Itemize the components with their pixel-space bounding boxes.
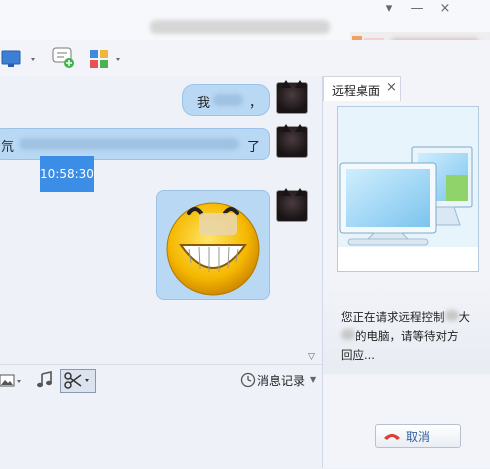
status-line-3: 回应...: [341, 348, 375, 362]
input-toolbar: 消息记录 ▼: [0, 364, 322, 469]
message-history-button[interactable]: 消息记录 ▼: [240, 371, 320, 389]
clock-icon: [240, 372, 256, 388]
remote-status-message: 您正在请求远程控制大 的电脑，请等待对方 回应...: [341, 308, 489, 365]
chat-history[interactable]: 我 ， 氘 了 ▽: [0, 76, 322, 364]
apps-icon: [90, 50, 120, 68]
title-bar: ▾ — ×: [0, 0, 490, 66]
cancel-button[interactable]: 取消: [375, 424, 461, 448]
avatar[interactable]: [276, 188, 308, 222]
music-icon: [37, 371, 52, 388]
grin-emoji-icon: [166, 202, 260, 296]
new-chat-tool[interactable]: [50, 46, 78, 70]
status-line-1: 您正在请求远程控制: [341, 310, 445, 324]
tab-close-button[interactable]: ×: [386, 80, 397, 95]
image-icon: [0, 374, 21, 387]
remote-screen-icon: [338, 146, 478, 271]
minimize-button[interactable]: —: [408, 0, 426, 18]
message-end: 了: [247, 140, 261, 155]
message-blurred: [213, 94, 243, 106]
close-button[interactable]: ×: [436, 0, 454, 18]
status-blurred: [444, 310, 459, 321]
message-bubble: 我 ，: [182, 84, 270, 116]
contact-name-blurred: [150, 20, 330, 34]
scissors-icon: [64, 372, 89, 389]
top-toolbar: [0, 40, 490, 76]
timestamp-tooltip: 10:58:30: [40, 156, 94, 192]
message-text: 我: [197, 96, 211, 111]
status-blurred: [341, 329, 355, 340]
message-suffix: ，: [249, 96, 263, 111]
avatar[interactable]: [276, 80, 308, 114]
message-history-label: 消息记录: [257, 374, 306, 388]
music-tool[interactable]: [36, 371, 54, 389]
message-blurred: [19, 138, 239, 150]
status-line-1-end: 大: [458, 310, 471, 324]
remote-illustration: [337, 106, 479, 272]
remote-desktop-panel: 远程桌面 × 您正在请求远程控制大 的电脑，请等待对方 回应... 取消: [322, 76, 490, 468]
image-tool[interactable]: [0, 373, 24, 389]
message-text: 氘: [1, 140, 15, 155]
scroll-down-icon[interactable]: ▽: [308, 352, 315, 362]
remote-desktop-tool[interactable]: [0, 48, 40, 70]
emoji-message-bubble: [156, 190, 270, 300]
hangup-icon: [384, 434, 400, 440]
apps-tool[interactable]: [88, 48, 128, 70]
chat-add-icon: [52, 47, 74, 68]
tab-label: 远程桌面: [332, 84, 381, 98]
chevron-down-icon: ▼: [310, 375, 317, 384]
status-line-2: 的电脑，请等待对方: [355, 329, 459, 343]
menu-arrow-button[interactable]: ▾: [380, 0, 398, 18]
cancel-label: 取消: [406, 430, 431, 444]
monitor-icon: [1, 50, 35, 67]
avatar[interactable]: [276, 124, 308, 158]
screenshot-tool[interactable]: [60, 369, 96, 393]
tab-remote-desktop[interactable]: 远程桌面 ×: [323, 76, 401, 101]
